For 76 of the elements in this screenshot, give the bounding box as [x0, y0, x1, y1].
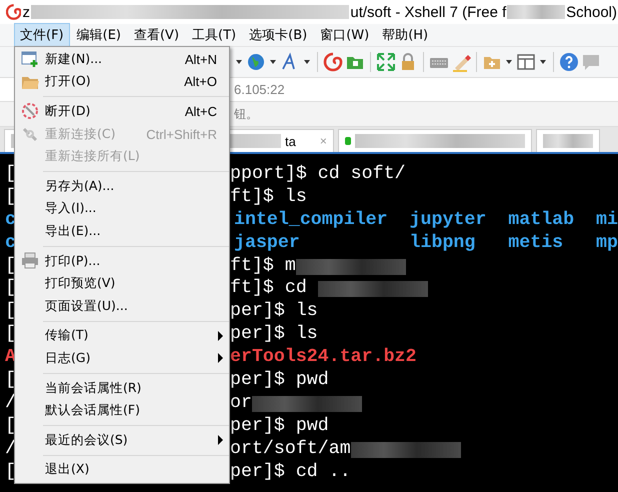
terminal-text: ft]$ cd [230, 277, 308, 300]
disconnect-icon [21, 102, 39, 120]
help-button[interactable] [559, 52, 579, 72]
blurred-area [542, 134, 593, 148]
help-icon [559, 52, 579, 72]
new-window-icon [21, 50, 39, 68]
terminal-text: ft]$ ls [230, 186, 307, 209]
terminal-text: per]$ ls [230, 300, 318, 324]
terminal-text: [ [5, 278, 16, 298]
window-title: School) [566, 4, 617, 20]
menu-item[interactable]: 打印(P)... [15, 250, 229, 272]
highlighter-icon [451, 52, 471, 72]
menu-item[interactable]: 另存为(A)... [15, 174, 229, 198]
terminal-text: or [230, 392, 252, 415]
dropdown-caret-icon[interactable] [506, 60, 512, 64]
terminal-text: ort/soft/am [230, 438, 351, 461]
terminal-text: jasper libpng metis mp [233, 232, 618, 255]
menu-item[interactable]: 编辑(E) [70, 23, 127, 47]
menu-item[interactable]: 当前会话属性(R) [15, 376, 229, 400]
terminal-text: [ [5, 416, 16, 436]
globe-button[interactable] [246, 52, 266, 72]
dropdown-caret-icon[interactable] [236, 60, 242, 64]
menu-item[interactable]: 退出(X) [15, 458, 229, 482]
terminal-text: [ [5, 324, 16, 344]
terminal-text: per]$ pwd [230, 414, 329, 438]
terminal-text: [ [5, 462, 16, 482]
menu-item[interactable]: 最近的会议(S) [15, 428, 229, 452]
app-logo-icon [6, 4, 22, 20]
terminal-text: per]$ pwd [230, 369, 329, 392]
globe-icon [246, 52, 266, 72]
menu-item[interactable]: 帮助(H) [376, 23, 434, 47]
terminal-text: per]$ cd .. [230, 460, 351, 484]
menu-item[interactable]: 打印预览(V) [15, 272, 229, 295]
fullscreen-button[interactable] [376, 52, 396, 72]
terminal-text: [ [5, 186, 16, 207]
terminal-text: erTools24.tar.bz2 [230, 346, 416, 370]
terminal-text: [ [5, 370, 16, 390]
terminal-text: c [5, 232, 16, 253]
terminal-text: / [5, 392, 16, 413]
terminal-text: intel_compiler jupyter matlab mi [233, 208, 618, 232]
menu-item[interactable]: 页面设置(U)... [15, 294, 229, 318]
reconnect-icon [21, 125, 39, 144]
dropdown-caret-icon[interactable] [270, 60, 276, 64]
terminal-text: [ [5, 164, 16, 184]
layout-icon [516, 52, 536, 72]
menu-item[interactable]: 传输(T) [15, 324, 229, 348]
terminal-text: [ [5, 301, 16, 322]
highlighter-button[interactable] [451, 52, 471, 72]
terminal-text: c [5, 210, 16, 230]
menu-item[interactable]: 文件(F) [14, 23, 70, 47]
menu-item[interactable]: 导出(E)... [15, 220, 229, 243]
swirl-button[interactable] [323, 52, 343, 72]
printer-icon [21, 252, 39, 270]
menu-item[interactable]: 默认会话属性(F) [15, 399, 229, 422]
layout-button[interactable] [516, 52, 536, 72]
menu-item[interactable]: 日志(G) [15, 347, 229, 370]
menu-item[interactable]: 导入(I)... [15, 198, 229, 220]
menu-item[interactable]: 断开(D) Alt+C [15, 100, 229, 123]
dropdown-caret-icon[interactable] [304, 60, 310, 64]
terminal-text: / [5, 438, 16, 459]
menu-item[interactable]: 选项卡(B) [243, 23, 314, 47]
terminal-text: [ [5, 256, 16, 276]
terminal-text: pport]$ cd soft/ [230, 163, 406, 186]
tab-label: ta [285, 134, 296, 148]
menu-item[interactable]: 工具(T) [186, 23, 242, 47]
terminal-text: per]$ ls [230, 323, 318, 346]
fullscreen-icon [376, 52, 396, 72]
window-title: ut/soft - Xshell 7 (Free f [350, 4, 506, 20]
swirl-icon [323, 52, 343, 72]
blurred-area [507, 5, 566, 19]
window-title: z [22, 4, 30, 20]
dropdown-caret-icon[interactable] [540, 60, 546, 64]
menu-item[interactable]: 窗口(W) [314, 23, 376, 47]
menu-item[interactable]: 查看(V) [128, 23, 186, 47]
terminal-text: ft]$ m [230, 254, 296, 278]
chat-icon [581, 52, 601, 72]
